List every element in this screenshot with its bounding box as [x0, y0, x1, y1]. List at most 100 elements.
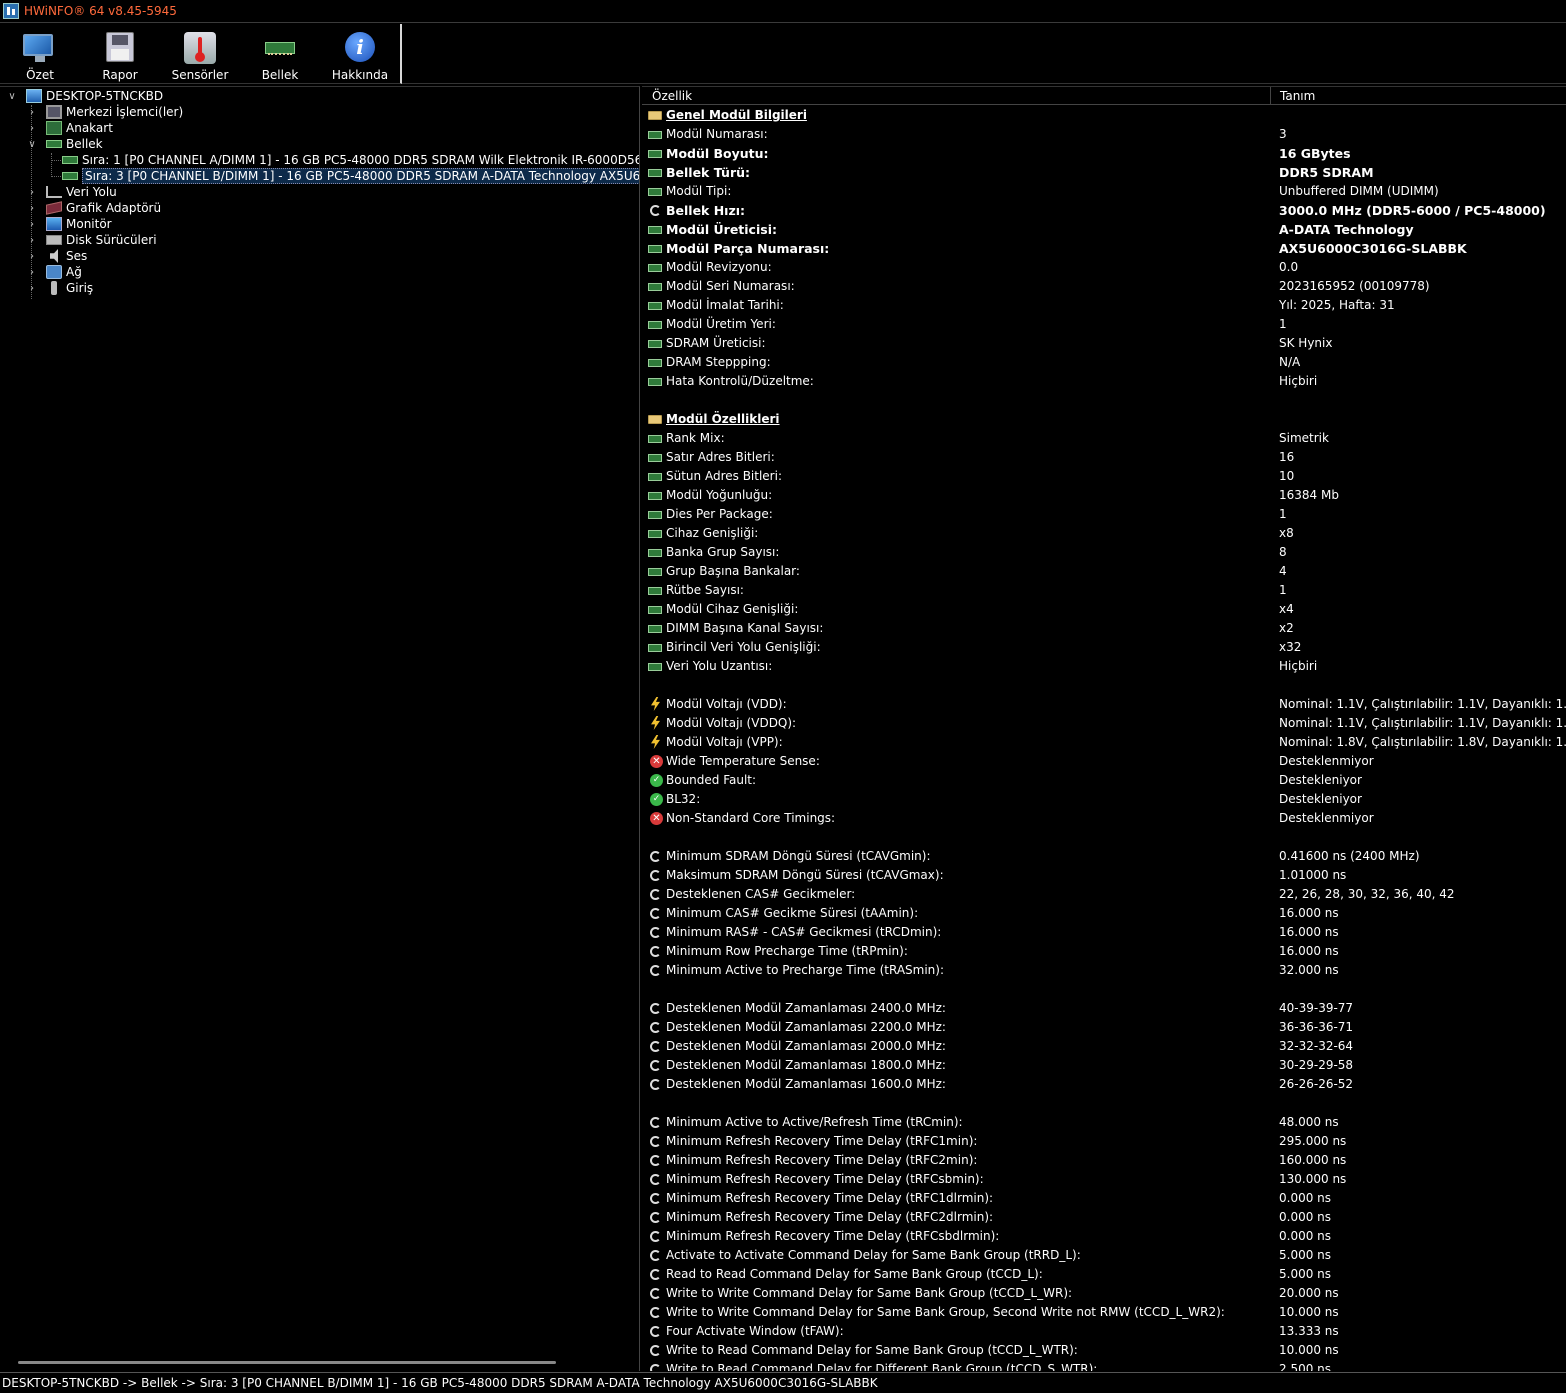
- detail-row[interactable]: Bellek Türü: DDR5 SDRAM: [642, 163, 1566, 182]
- property-label: Maksimum SDRAM Döngü Süresi (tCAVGmax):: [666, 868, 944, 882]
- summary-button[interactable]: Özet: [0, 24, 80, 84]
- detail-row[interactable]: Desteklenen Modül Zamanlaması 1800.0 MHz…: [642, 1056, 1566, 1075]
- tree-item-dimm-3[interactable]: Sıra: 3 [P0 CHANNEL B/DIMM 1] - 16 GB PC…: [62, 168, 639, 184]
- detail-row[interactable]: Modül Tipi: Unbuffered DIMM (UDIMM): [642, 182, 1566, 201]
- detail-row[interactable]: Desteklenen CAS# Gecikmeler: 22, 26, 28, …: [642, 885, 1566, 904]
- tree-item-disks[interactable]: › Disk Sürücüleri: [26, 232, 157, 248]
- detail-row[interactable]: Modül Yoğunluğu: 16384 Mb: [642, 486, 1566, 505]
- detail-row[interactable]: Veri Yolu Uzantısı: Hiçbiri: [642, 657, 1566, 676]
- collapse-chevron-icon[interactable]: ∨: [6, 90, 18, 102]
- device-tree[interactable]: ∨ DESKTOP-5TNCKBD › Merkezi İşlemci(ler)…: [0, 86, 640, 1371]
- section-header-row[interactable]: Modül Özellikleri: [642, 410, 1566, 429]
- tree-item-bus[interactable]: › Veri Yolu: [26, 184, 117, 200]
- detail-row[interactable]: Modül Revizyonu: 0.0: [642, 258, 1566, 277]
- detail-row[interactable]: Hata Kontrolü/Düzeltme: Hiçbiri: [642, 372, 1566, 391]
- about-button[interactable]: i Hakkında: [320, 24, 400, 84]
- detail-row[interactable]: Modül İmalat Tarihi: Yıl: 2025, Hafta: 31: [642, 296, 1566, 315]
- detail-row[interactable]: Sütun Adres Bitleri: 10: [642, 467, 1566, 486]
- detail-row[interactable]: ✕ Wide Temperature Sense: Desteklenmiyor: [642, 752, 1566, 771]
- detail-row[interactable]: Minimum Refresh Recovery Time Delay (tRF…: [642, 1151, 1566, 1170]
- detail-row[interactable]: DIMM Başına Kanal Sayısı: x2: [642, 619, 1566, 638]
- detail-row[interactable]: Birincil Veri Yolu Genişliği: x32: [642, 638, 1566, 657]
- detail-row[interactable]: Write to Read Command Delay for Differen…: [642, 1360, 1566, 1371]
- detail-row[interactable]: Minimum Row Precharge Time (tRPmin): 16.0…: [642, 942, 1566, 961]
- expand-chevron-icon[interactable]: ›: [26, 106, 38, 118]
- detail-row[interactable]: ✓ Bounded Fault: Destekleniyor: [642, 771, 1566, 790]
- detail-row[interactable]: Minimum Active to Precharge Time (tRASmi…: [642, 961, 1566, 980]
- expand-chevron-icon[interactable]: ›: [26, 250, 38, 262]
- sensors-button[interactable]: Sensörler: [160, 24, 240, 84]
- detail-row[interactable]: Minimum Refresh Recovery Time Delay (tRF…: [642, 1189, 1566, 1208]
- detail-row[interactable]: ✓ BL32: Destekleniyor: [642, 790, 1566, 809]
- detail-row[interactable]: Modül Üretim Yeri: 1: [642, 315, 1566, 334]
- detail-row[interactable]: Maksimum SDRAM Döngü Süresi (tCAVGmax): 1…: [642, 866, 1566, 885]
- expand-chevron-icon[interactable]: ›: [26, 282, 38, 294]
- tree-item-audio[interactable]: › Ses: [26, 248, 87, 264]
- expand-chevron-icon[interactable]: ›: [26, 122, 38, 134]
- detail-row[interactable]: Read to Read Command Delay for Same Bank…: [642, 1265, 1566, 1284]
- tree-item-dimm-1[interactable]: Sıra: 1 [P0 CHANNEL A/DIMM 1] - 16 GB PC…: [62, 152, 639, 168]
- detail-row[interactable]: Write to Read Command Delay for Same Ban…: [642, 1341, 1566, 1360]
- detail-row[interactable]: SDRAM Üreticisi: SK Hynix: [642, 334, 1566, 353]
- detail-row[interactable]: Minimum Refresh Recovery Time Delay (tRF…: [642, 1208, 1566, 1227]
- expand-chevron-icon[interactable]: ›: [26, 202, 38, 214]
- section-header-row[interactable]: Genel Modül Bilgileri: [642, 106, 1566, 125]
- tree-item-network[interactable]: › Ağ: [26, 264, 82, 280]
- detail-row[interactable]: Modül Cihaz Genişliği: x4: [642, 600, 1566, 619]
- detail-row[interactable]: Rank Mix: Simetrik: [642, 429, 1566, 448]
- column-header-property[interactable]: Özellik: [652, 89, 692, 103]
- detail-row[interactable]: Write to Write Command Delay for Same Ba…: [642, 1284, 1566, 1303]
- detail-row[interactable]: Cihaz Genişliği: x8: [642, 524, 1566, 543]
- column-separator[interactable]: [1270, 87, 1271, 105]
- tree-item-gpu[interactable]: › Grafik Adaptörü: [26, 200, 161, 216]
- detail-row[interactable]: Minimum Active to Active/Refresh Time (t…: [642, 1113, 1566, 1132]
- detail-row[interactable]: Minimum SDRAM Döngü Süresi (tCAVGmin): 0.…: [642, 847, 1566, 866]
- detail-row[interactable]: Desteklenen Modül Zamanlaması 2000.0 MHz…: [642, 1037, 1566, 1056]
- tree-item-monitor[interactable]: › Monitör: [26, 216, 112, 232]
- tree-root[interactable]: ∨ DESKTOP-5TNCKBD: [6, 88, 163, 104]
- property-label: Modül İmalat Tarihi:: [666, 298, 784, 312]
- detail-list[interactable]: Özellik Tanım Genel Modül Bilgileri Modül…: [642, 86, 1566, 1371]
- detail-row[interactable]: Modül Parça Numarası: AX5U6000C3016G-SLAB…: [642, 239, 1566, 258]
- detail-row[interactable]: Modül Üreticisi: A-DATA Technology: [642, 220, 1566, 239]
- collapse-chevron-icon[interactable]: ∨: [26, 138, 38, 150]
- detail-row[interactable]: Minimum RAS# - CAS# Gecikmesi (tRCDmin):…: [642, 923, 1566, 942]
- detail-row[interactable]: Four Activate Window (tFAW): 13.333 ns: [642, 1322, 1566, 1341]
- detail-row[interactable]: Grup Başına Bankalar: 4: [642, 562, 1566, 581]
- detail-row[interactable]: DRAM Steppping: N/A: [642, 353, 1566, 372]
- expand-chevron-icon[interactable]: ›: [26, 218, 38, 230]
- detail-row[interactable]: Banka Grup Sayısı: 8: [642, 543, 1566, 562]
- detail-row[interactable]: Modül Boyutu: 16 GBytes: [642, 144, 1566, 163]
- expand-chevron-icon[interactable]: ›: [26, 186, 38, 198]
- tree-item-memory[interactable]: ∨ Bellek: [26, 136, 102, 152]
- expand-chevron-icon[interactable]: ›: [26, 266, 38, 278]
- detail-row[interactable]: Bellek Hızı: 3000.0 MHz (DDR5-6000 / PC5-…: [642, 201, 1566, 220]
- detail-row[interactable]: Minimum Refresh Recovery Time Delay (tRF…: [642, 1132, 1566, 1151]
- tree-item-input[interactable]: › Giriş: [26, 280, 93, 296]
- tree-item-cpu[interactable]: › Merkezi İşlemci(ler): [26, 104, 183, 120]
- detail-row[interactable]: Rütbe Sayısı: 1: [642, 581, 1566, 600]
- detail-row[interactable]: Write to Write Command Delay for Same Ba…: [642, 1303, 1566, 1322]
- toolbar-empty-area: [402, 24, 1566, 84]
- detail-row[interactable]: Modül Numarası: 3: [642, 125, 1566, 144]
- detail-row[interactable]: Minimum Refresh Recovery Time Delay (tRF…: [642, 1170, 1566, 1189]
- detail-row[interactable]: Modül Voltajı (VDDQ): Nominal: 1.1V, Çalı…: [642, 714, 1566, 733]
- detail-row[interactable]: Desteklenen Modül Zamanlaması 2400.0 MHz…: [642, 999, 1566, 1018]
- memory-button[interactable]: Bellek: [240, 24, 320, 84]
- column-header-value[interactable]: Tanım: [1280, 89, 1315, 103]
- detail-row[interactable]: Modül Voltajı (VDD): Nominal: 1.1V, Çalış…: [642, 695, 1566, 714]
- detail-row[interactable]: Modül Seri Numarası: 2023165952 (00109778…: [642, 277, 1566, 296]
- horizontal-scrollbar[interactable]: [18, 1361, 556, 1364]
- detail-row[interactable]: ✕ Non-Standard Core Timings: Desteklenmiyo…: [642, 809, 1566, 828]
- expand-chevron-icon[interactable]: ›: [26, 234, 38, 246]
- detail-row[interactable]: Dies Per Package: 1: [642, 505, 1566, 524]
- detail-row[interactable]: Minimum CAS# Gecikme Süresi (tAAmin): 16.…: [642, 904, 1566, 923]
- report-button[interactable]: Rapor: [80, 24, 160, 84]
- detail-row[interactable]: Satır Adres Bitleri: 16: [642, 448, 1566, 467]
- detail-row[interactable]: Activate to Activate Command Delay for S…: [642, 1246, 1566, 1265]
- detail-row[interactable]: Desteklenen Modül Zamanlaması 2200.0 MHz…: [642, 1018, 1566, 1037]
- tree-item-motherboard[interactable]: › Anakart: [26, 120, 113, 136]
- detail-row[interactable]: Desteklenen Modül Zamanlaması 1600.0 MHz…: [642, 1075, 1566, 1094]
- detail-row[interactable]: Modül Voltajı (VPP): Nominal: 1.8V, Çalış…: [642, 733, 1566, 752]
- detail-row[interactable]: Minimum Refresh Recovery Time Delay (tRF…: [642, 1227, 1566, 1246]
